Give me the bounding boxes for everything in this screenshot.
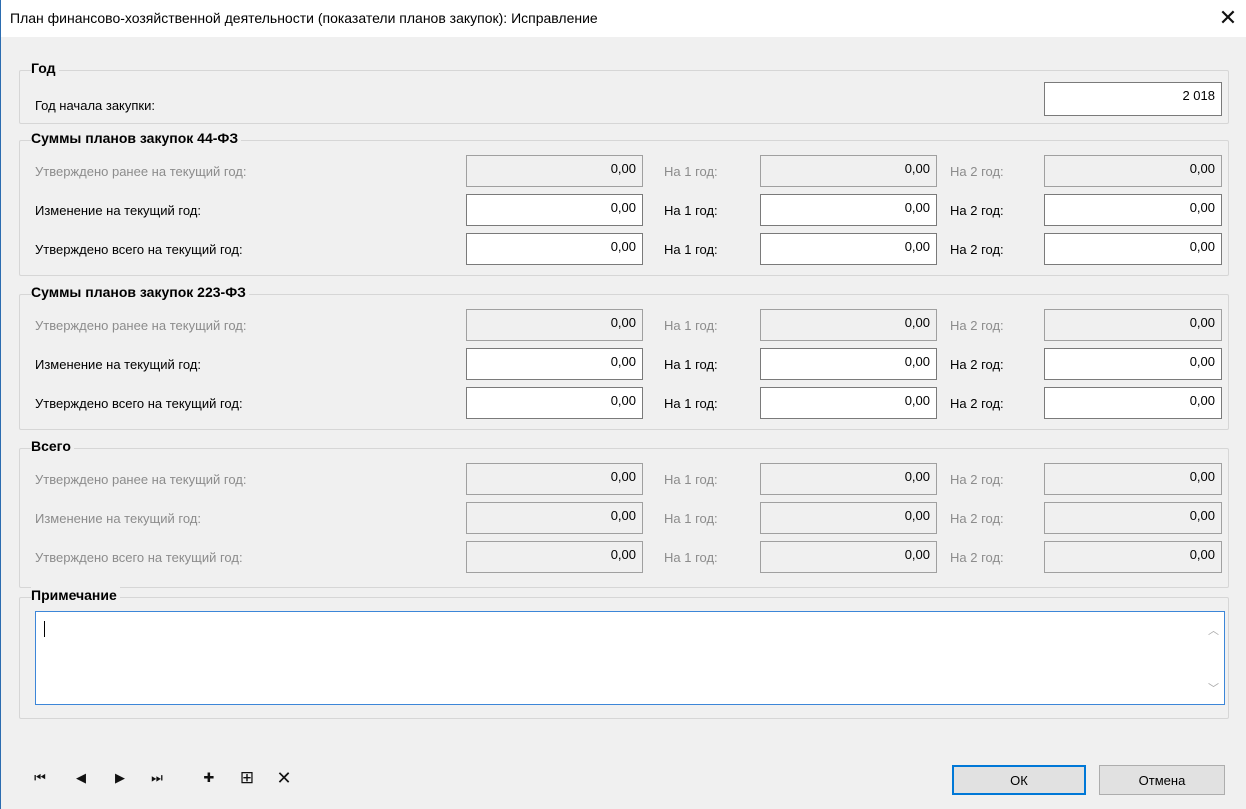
- year-1-field[interactable]: 0,00: [760, 348, 937, 380]
- year-2-label: На 2 год:: [950, 511, 1004, 526]
- year-2-label: На 2 год:: [950, 164, 1004, 179]
- year-1-label: На 1 год:: [664, 511, 718, 526]
- add-boxed-icon[interactable]: ⊞: [237, 766, 257, 790]
- year-1-label: На 1 год:: [664, 203, 718, 218]
- year-2-field[interactable]: 0,00: [1044, 233, 1222, 265]
- ok-button[interactable]: ОК: [952, 765, 1086, 795]
- window-title: План финансово-хозяйственной деятельност…: [10, 10, 598, 26]
- year-1-label: На 1 год:: [664, 472, 718, 487]
- title-bar[interactable]: План финансово-хозяйственной деятельност…: [1, 0, 1246, 37]
- row-label-approved-before: Утверждено ранее на текущий год:: [35, 472, 247, 487]
- row-label-change: Изменение на текущий год:: [35, 203, 201, 218]
- amount-group-legend: Суммы планов закупок 44-ФЗ: [31, 130, 242, 146]
- year-2-label: На 2 год:: [950, 472, 1004, 487]
- year-1-field: 0,00: [760, 463, 937, 495]
- year-1-field[interactable]: 0,00: [760, 194, 937, 226]
- current-year-field[interactable]: 0,00: [466, 387, 643, 419]
- current-year-field: 0,00: [466, 502, 643, 534]
- cancel-button[interactable]: Отмена: [1099, 765, 1225, 795]
- delete-record-icon[interactable]: ✕: [275, 766, 293, 790]
- year-1-label: На 1 год:: [664, 357, 718, 372]
- next-record-icon[interactable]: ▶: [111, 766, 129, 790]
- scroll-up-icon[interactable]: ︿: [1208, 622, 1219, 638]
- row-label-change: Изменение на текущий год:: [35, 357, 201, 372]
- year-1-field[interactable]: 0,00: [760, 233, 937, 265]
- close-icon: ✕: [1218, 5, 1238, 30]
- year-1-field[interactable]: 0,00: [760, 387, 937, 419]
- year-2-label: На 2 год:: [950, 318, 1004, 333]
- amount-group-legend: Всего: [31, 438, 74, 454]
- year-start-field[interactable]: 2 018: [1044, 82, 1222, 116]
- year-start-label: Год начала закупки:: [35, 98, 155, 113]
- current-year-field: 0,00: [466, 309, 643, 341]
- year-1-label: На 1 год:: [664, 318, 718, 333]
- year-2-field[interactable]: 0,00: [1044, 387, 1222, 419]
- first-record-icon[interactable]: ⏮: [31, 766, 49, 790]
- current-year-field: 0,00: [466, 541, 643, 573]
- year-2-label: На 2 год:: [950, 203, 1004, 218]
- year-2-label: На 2 год:: [950, 242, 1004, 257]
- current-year-field: 0,00: [466, 463, 643, 495]
- year-2-field[interactable]: 0,00: [1044, 348, 1222, 380]
- current-year-field[interactable]: 0,00: [466, 233, 643, 265]
- row-label-approved-total: Утверждено всего на текущий год:: [35, 550, 243, 565]
- note-textarea[interactable]: ︿ ﹀: [35, 611, 1225, 705]
- current-year-field: 0,00: [466, 155, 643, 187]
- prev-record-icon[interactable]: ◀: [72, 766, 90, 790]
- year-1-label: На 1 год:: [664, 164, 718, 179]
- current-year-field[interactable]: 0,00: [466, 194, 643, 226]
- year-1-field: 0,00: [760, 502, 937, 534]
- close-button[interactable]: ✕: [1210, 0, 1246, 36]
- year-2-field: 0,00: [1044, 541, 1222, 573]
- last-record-icon[interactable]: ⏭: [148, 766, 166, 790]
- year-1-label: На 1 год:: [664, 396, 718, 411]
- year-2-field[interactable]: 0,00: [1044, 194, 1222, 226]
- year-1-label: На 1 год:: [664, 550, 718, 565]
- current-year-field[interactable]: 0,00: [466, 348, 643, 380]
- year-2-label: На 2 год:: [950, 396, 1004, 411]
- year-2-field: 0,00: [1044, 502, 1222, 534]
- year-2-field: 0,00: [1044, 155, 1222, 187]
- note-group-legend: Примечание: [31, 587, 120, 603]
- year-2-field: 0,00: [1044, 309, 1222, 341]
- year-1-field: 0,00: [760, 155, 937, 187]
- note-scrollbar[interactable]: ︿ ﹀: [1204, 612, 1224, 704]
- year-1-field: 0,00: [760, 541, 937, 573]
- add-record-icon[interactable]: ✚: [200, 766, 218, 790]
- year-group-legend: Год: [31, 60, 59, 76]
- row-label-change: Изменение на текущий год:: [35, 511, 201, 526]
- year-1-field: 0,00: [760, 309, 937, 341]
- amount-group-legend: Суммы планов закупок 223-ФЗ: [31, 284, 249, 300]
- scroll-down-icon[interactable]: ﹀: [1208, 680, 1219, 696]
- year-2-label: На 2 год:: [950, 357, 1004, 372]
- year-2-label: На 2 год:: [950, 550, 1004, 565]
- dialog-window: План финансово-хозяйственной деятельност…: [0, 0, 1246, 809]
- row-label-approved-before: Утверждено ранее на текущий год:: [35, 318, 247, 333]
- text-caret: [44, 621, 45, 637]
- row-label-approved-total: Утверждено всего на текущий год:: [35, 396, 243, 411]
- year-2-field: 0,00: [1044, 463, 1222, 495]
- row-label-approved-total: Утверждено всего на текущий год:: [35, 242, 243, 257]
- row-label-approved-before: Утверждено ранее на текущий год:: [35, 164, 247, 179]
- year-1-label: На 1 год:: [664, 242, 718, 257]
